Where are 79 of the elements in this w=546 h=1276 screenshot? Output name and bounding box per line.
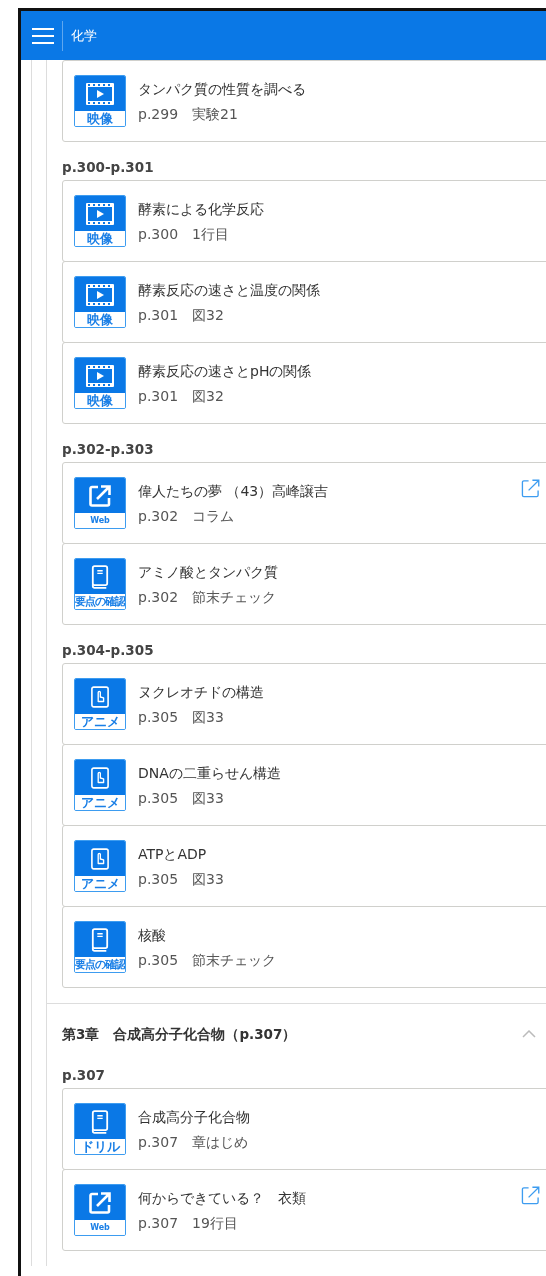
external-link-icon <box>88 483 112 508</box>
badge-label: 映像 <box>75 111 125 126</box>
content-title: ATPとADP <box>138 844 208 864</box>
content-note: 図33 <box>192 788 224 808</box>
badge-label: 映像 <box>75 231 125 246</box>
content-note: 節末チェック <box>192 587 277 607</box>
badge-label: Web <box>75 513 125 528</box>
content-note: 19行目 <box>192 1213 238 1233</box>
section-label: p.300-p.301 <box>62 158 155 177</box>
content-card[interactable]: 映像 酵素反応の速さとpHの関係 p.301 図32 <box>62 342 546 424</box>
content-note: 図33 <box>192 707 224 727</box>
page-number: p.305 <box>138 869 179 889</box>
chapter-title[interactable]: 第3章 合成高分子化合物（p.307） <box>62 1024 297 1044</box>
app-title: 化学 <box>71 26 97 45</box>
book-icon <box>91 927 109 952</box>
video-icon <box>86 202 114 225</box>
content-title: タンパク質の性質を調べる <box>138 79 307 99</box>
touch-screen-icon <box>91 847 109 870</box>
section-label: p.304-p.305 <box>62 641 155 660</box>
content-note: 章はじめ <box>192 1132 249 1152</box>
content-title: 酵素反応の速さとpHの関係 <box>138 361 313 381</box>
badge-label: アニメ <box>75 714 125 729</box>
content-note: 図33 <box>192 869 224 889</box>
content-title: 酵素による化学反応 <box>138 199 265 219</box>
badge-label: ドリル <box>75 1139 125 1154</box>
content-title: アミノ酸とタンパク質 <box>138 562 279 582</box>
content-title: 酵素反応の速さと温度の関係 <box>138 280 321 300</box>
page-number: p.301 <box>138 386 179 406</box>
book-icon <box>91 564 109 589</box>
content-title: 偉人たちの夢 （43）高峰譲吉 <box>138 481 330 501</box>
content-note: 図32 <box>192 386 224 406</box>
book-icon <box>91 1109 109 1134</box>
external-link-icon <box>88 1190 112 1215</box>
content-note: 1行目 <box>192 224 229 244</box>
badge-label: 映像 <box>75 393 125 408</box>
content-card[interactable]: ドリル 合成高分子化合物 p.307 章はじめ <box>62 1088 546 1170</box>
touch-screen-icon <box>91 766 109 789</box>
section-label: p.307 <box>62 1066 106 1085</box>
content-card[interactable]: Web 何からできている？ 衣類 p.307 19行目 <box>62 1169 546 1251</box>
chevron-icon[interactable] <box>522 1030 536 1038</box>
external-link-icon[interactable] <box>521 479 540 498</box>
content-card[interactable]: 要点の確認 核酸 p.305 節末チェック <box>62 906 546 988</box>
content-title: ヌクレオチドの構造 <box>138 682 265 702</box>
content-card[interactable]: 要点の確認 アミノ酸とタンパク質 p.302 節末チェック <box>62 543 546 625</box>
badge-label: アニメ <box>75 795 125 810</box>
content-note: コラム <box>192 506 235 526</box>
page-number: p.299 <box>138 104 179 124</box>
video-icon <box>86 82 114 105</box>
content-note: 図32 <box>192 305 224 325</box>
badge-label: 要点の確認 <box>75 957 125 972</box>
touch-screen-icon <box>91 685 109 708</box>
content-note: 節末チェック <box>192 950 277 970</box>
page-number: p.305 <box>138 950 179 970</box>
badge-label: 映像 <box>75 312 125 327</box>
content-card[interactable]: Web 偉人たちの夢 （43）高峰譲吉 p.302 コラム <box>62 462 546 544</box>
badge-label: アニメ <box>75 876 125 891</box>
content-title: DNAの二重らせん構造 <box>138 763 282 783</box>
page-number: p.302 <box>138 587 179 607</box>
section-label: p.302-p.303 <box>62 440 155 459</box>
badge-label: 要点の確認 <box>75 594 125 609</box>
external-link-icon[interactable] <box>521 1186 540 1205</box>
content-note: 実験21 <box>192 104 238 124</box>
page-number: p.305 <box>138 788 179 808</box>
content-card[interactable]: 映像 タンパク質の性質を調べる p.299 実験21 <box>62 60 546 142</box>
page-number: p.301 <box>138 305 179 325</box>
content-card[interactable]: アニメ ヌクレオチドの構造 p.305 図33 <box>62 663 546 745</box>
video-icon <box>86 283 114 306</box>
badge-label: Web <box>75 1220 125 1235</box>
video-icon <box>86 364 114 387</box>
content-title: 合成高分子化合物 <box>138 1107 251 1127</box>
content-title: 核酸 <box>138 925 167 945</box>
page-number: p.307 <box>138 1132 179 1152</box>
page-number: p.302 <box>138 506 179 526</box>
menu-icon[interactable] <box>32 27 54 44</box>
content-title: 何からできている？ 衣類 <box>138 1188 307 1208</box>
page-number: p.307 <box>138 1213 179 1233</box>
content-card[interactable]: 映像 酵素による化学反応 p.300 1行目 <box>62 180 546 262</box>
page-number: p.305 <box>138 707 179 727</box>
page-number: p.300 <box>138 224 179 244</box>
